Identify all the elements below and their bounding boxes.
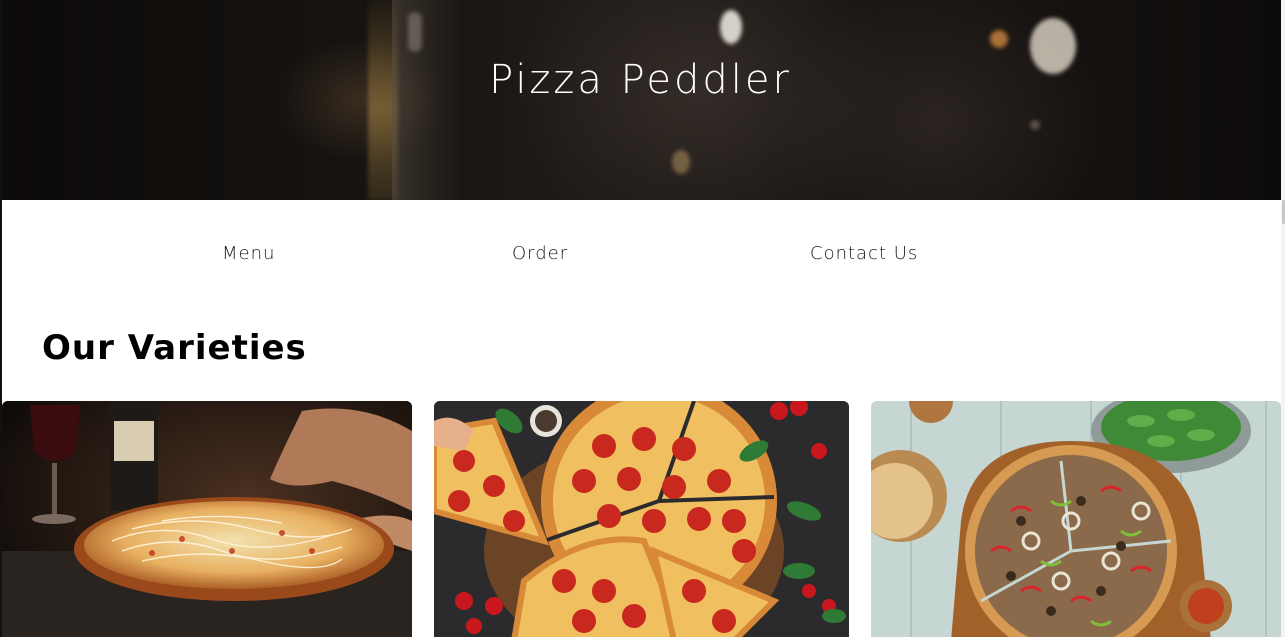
hero-bokeh-light <box>408 12 422 52</box>
cheese-pizza-image <box>2 401 412 637</box>
window-edge <box>0 0 2 637</box>
page: Pizza Peddler Menu Order Contact Us Our … <box>0 0 1285 637</box>
site-title: Pizza Peddler <box>489 57 792 103</box>
veggie-pizza-image <box>871 401 1281 637</box>
variety-card-1[interactable] <box>2 401 412 637</box>
hero-bokeh-light <box>720 10 742 44</box>
variety-card-3[interactable] <box>871 401 1281 637</box>
pepperoni-pizza-image <box>434 401 849 637</box>
hero-bokeh-light <box>672 150 690 174</box>
nav-link-order[interactable]: Order <box>512 243 568 264</box>
scrollbar-track[interactable] <box>1281 0 1285 637</box>
nav-link-menu[interactable]: Menu <box>222 243 275 264</box>
nav-link-contact-us[interactable]: Contact Us <box>810 243 918 264</box>
variety-card-2[interactable] <box>434 401 849 637</box>
hero-bokeh-light <box>1030 120 1040 130</box>
hero-bokeh-light <box>990 30 1008 48</box>
section-title: Our Varieties <box>42 328 307 368</box>
hero-banner: Pizza Peddler <box>0 0 1281 200</box>
